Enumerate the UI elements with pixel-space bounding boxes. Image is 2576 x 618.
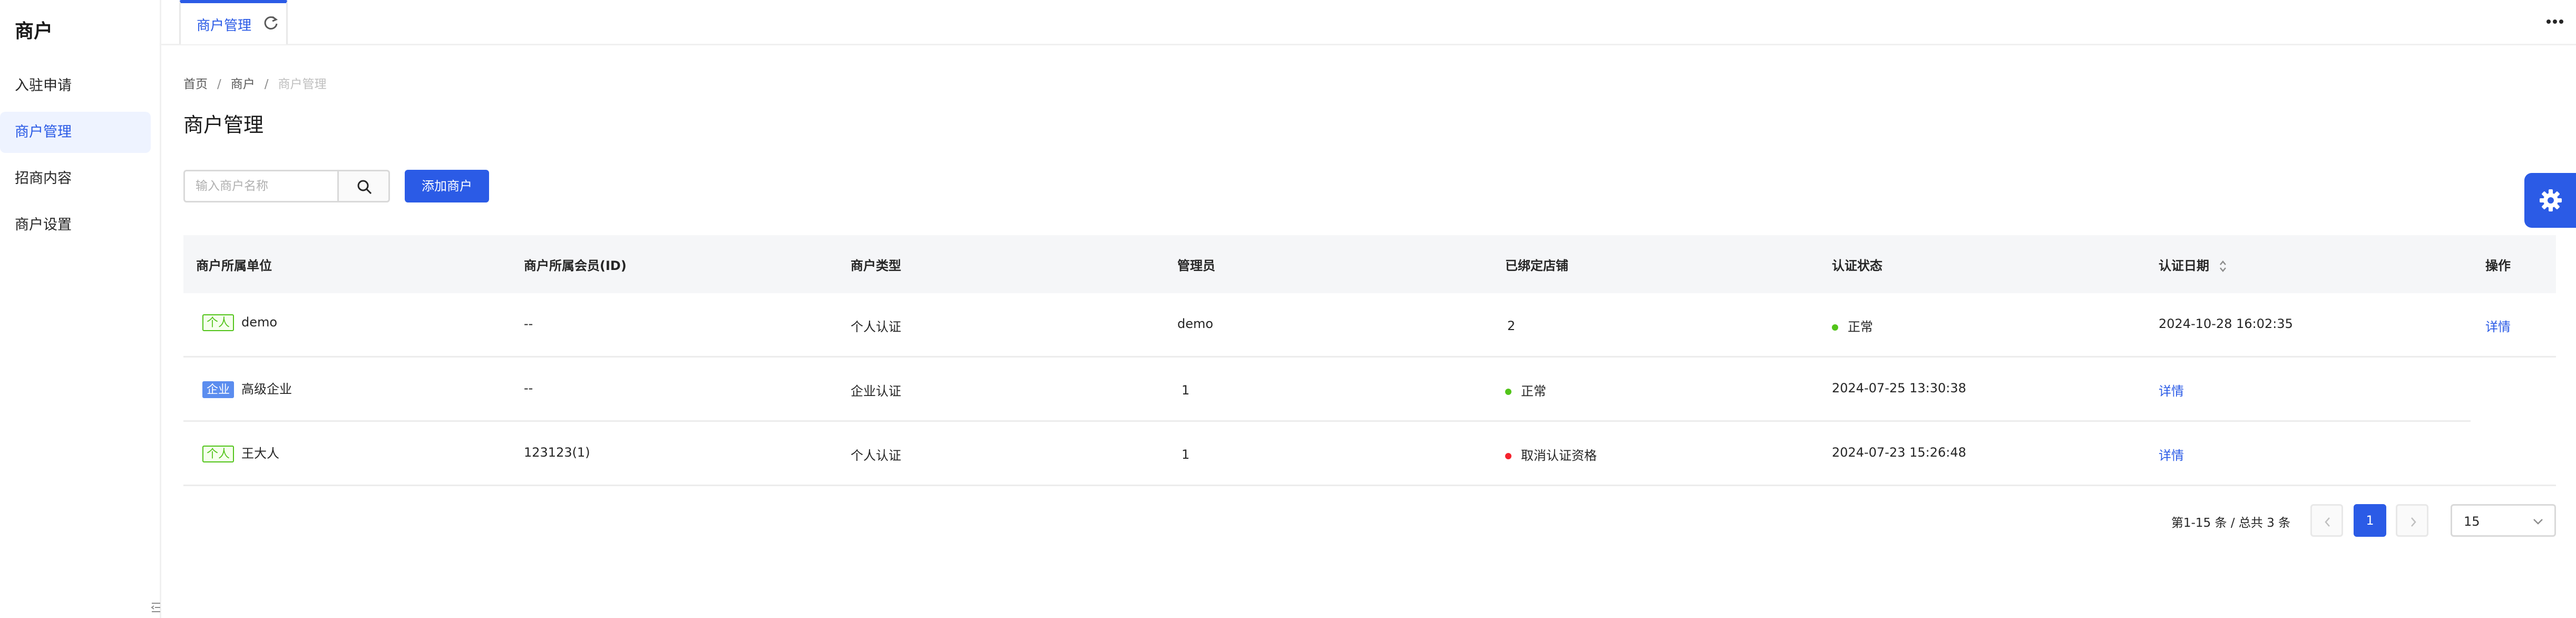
page-size-value: 15 bbox=[2464, 514, 2480, 529]
pagination-prev-button[interactable] bbox=[2310, 504, 2343, 537]
sidebar-item-recruitment-content[interactable]: 招商内容 bbox=[0, 158, 151, 199]
merchant-name: 王大人 bbox=[241, 446, 280, 461]
chevron-left-icon bbox=[2325, 517, 2330, 527]
status-label: 取消认证资格 bbox=[1521, 448, 1597, 463]
cell-date: 2024-07-23 15:26:48 bbox=[1832, 445, 1966, 460]
status-dot bbox=[1832, 324, 1838, 331]
cell-member: -- bbox=[524, 381, 533, 395]
search-input[interactable] bbox=[183, 170, 339, 202]
cell-status: 正常 bbox=[1832, 316, 1873, 335]
cell-type: 企业认证 bbox=[851, 384, 901, 399]
pagination-next-button[interactable] bbox=[2396, 504, 2428, 537]
breadcrumb: 首页 / 商户 / 商户管理 bbox=[183, 74, 336, 92]
pagination-page-1[interactable]: 1 bbox=[2354, 504, 2386, 537]
more-icon[interactable] bbox=[2544, 14, 2565, 30]
status-dot bbox=[1505, 453, 1511, 459]
table-row: 企业 高级企业 -- 企业认证 1 正常 2024-07-25 13:30:38 … bbox=[183, 358, 2471, 422]
cell-date: 2024-07-25 13:30:38 bbox=[1832, 381, 1966, 395]
cell-unit: 个人 王大人 bbox=[202, 443, 279, 462]
search-button[interactable] bbox=[337, 170, 390, 202]
sidebar: 商户 入驻申请 商户管理 招商内容 商户设置 bbox=[0, 0, 161, 618]
column-header-unit: 商户所属单位 bbox=[196, 258, 272, 273]
sidebar-collapse-icon[interactable] bbox=[151, 601, 161, 614]
cell-member: -- bbox=[524, 316, 533, 331]
tab-merchant-management[interactable]: 商户管理 bbox=[179, 0, 288, 44]
column-header-status: 认证状态 bbox=[1832, 258, 1882, 273]
breadcrumb-merchant[interactable]: 商户 bbox=[231, 78, 255, 91]
cell-stores: 1 bbox=[1182, 447, 1190, 462]
sidebar-item-onboarding[interactable]: 入驻申请 bbox=[0, 65, 151, 107]
column-header-stores: 已绑定店铺 bbox=[1505, 258, 1568, 273]
breadcrumb-separator: / bbox=[217, 78, 221, 91]
column-header-type: 商户类型 bbox=[851, 258, 901, 273]
sidebar-item-merchant-settings[interactable]: 商户设置 bbox=[0, 205, 151, 246]
status-dot bbox=[1505, 389, 1511, 395]
column-header-date[interactable]: 认证日期 bbox=[2159, 255, 2227, 274]
cell-member: 123123(1) bbox=[524, 445, 590, 460]
column-header-action: 操作 bbox=[2485, 258, 2511, 273]
type-tag: 企业 bbox=[202, 381, 235, 398]
type-tag: 个人 bbox=[202, 446, 235, 462]
merchant-name: 高级企业 bbox=[241, 382, 292, 397]
chevron-right-icon bbox=[2411, 517, 2416, 527]
detail-link[interactable]: 详情 bbox=[2159, 445, 2184, 463]
page-title: 商户管理 bbox=[183, 113, 264, 137]
merchant-name: demo bbox=[241, 315, 278, 330]
type-tag: 个人 bbox=[202, 314, 235, 331]
breadcrumb-current: 商户管理 bbox=[278, 78, 327, 91]
search-group bbox=[183, 170, 390, 202]
tab-bar: 商户管理 bbox=[161, 0, 2576, 45]
table-header: 商户所属单位 商户所属会员(ID) 商户类型 管理员 已绑定店铺 认证状态 认证… bbox=[183, 235, 2556, 293]
cell-status: 取消认证资格 bbox=[1505, 445, 1597, 463]
column-header-date-label: 认证日期 bbox=[2159, 258, 2209, 273]
cell-type: 个人认证 bbox=[851, 448, 901, 463]
cell-unit: 个人 demo bbox=[202, 314, 277, 331]
cell-admin: demo bbox=[1177, 316, 1214, 331]
page-size-select[interactable]: 15 bbox=[2451, 504, 2556, 537]
add-merchant-button[interactable]: 添加商户 bbox=[405, 170, 489, 202]
cell-date: 2024-10-28 16:02:35 bbox=[2159, 316, 2293, 331]
breadcrumb-home[interactable]: 首页 bbox=[183, 78, 208, 91]
sidebar-title: 商户 bbox=[15, 21, 53, 42]
cell-unit: 企业 高级企业 bbox=[202, 379, 292, 398]
status-label: 正常 bbox=[1521, 384, 1546, 399]
pagination-summary: 第1-15 条 / 总共 3 条 bbox=[2171, 516, 2291, 530]
table-row: 个人 demo -- 个人认证 demo 2 正常 2024-10-28 16:0… bbox=[183, 293, 2556, 358]
column-header-admin: 管理员 bbox=[1177, 258, 1215, 273]
detail-link[interactable]: 详情 bbox=[2485, 316, 2511, 335]
table-row: 个人 王大人 123123(1) 个人认证 1 取消认证资格 2024-07-23… bbox=[183, 422, 2556, 486]
sort-icon[interactable] bbox=[2219, 259, 2227, 274]
cell-status: 正常 bbox=[1505, 381, 1546, 399]
gear-icon bbox=[2540, 189, 2562, 211]
cell-type: 个人认证 bbox=[851, 320, 901, 334]
refresh-icon[interactable] bbox=[263, 15, 279, 31]
cell-stores: 1 bbox=[1182, 383, 1190, 398]
breadcrumb-separator: / bbox=[264, 78, 269, 91]
tab-label: 商户管理 bbox=[197, 18, 252, 34]
chevron-down-icon bbox=[2533, 519, 2543, 525]
search-icon bbox=[357, 180, 372, 195]
detail-link[interactable]: 详情 bbox=[2159, 381, 2184, 399]
floating-settings-button[interactable] bbox=[2524, 173, 2576, 228]
cell-stores: 2 bbox=[1507, 318, 1516, 333]
sidebar-item-merchant-management[interactable]: 商户管理 bbox=[0, 112, 151, 153]
column-header-member: 商户所属会员(ID) bbox=[524, 258, 627, 273]
status-label: 正常 bbox=[1848, 320, 1873, 334]
